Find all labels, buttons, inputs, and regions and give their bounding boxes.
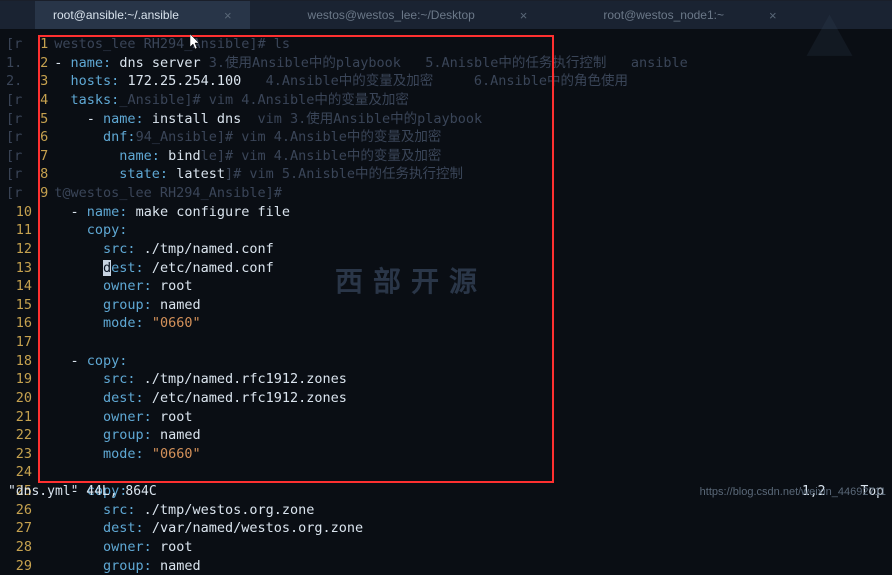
tab-label: root@ansible:~/.ansible <box>53 8 179 22</box>
close-icon[interactable]: × <box>224 8 232 23</box>
tab-desktop[interactable]: westos@westos_lee:~/Desktop × <box>290 1 546 29</box>
tab-label: westos@westos_lee:~/Desktop <box>308 8 475 22</box>
tab-node1[interactable]: root@westos_node1:~ × <box>585 1 794 29</box>
close-icon[interactable]: × <box>769 8 777 23</box>
tab-ansible[interactable]: root@ansible:~/.ansible × <box>35 1 250 29</box>
watermark-url: https://blog.csdn.net/weixin_44692711 <box>700 486 886 498</box>
close-icon[interactable]: × <box>520 8 528 23</box>
status-file: "dns.yml" 44L, 864C <box>8 484 157 499</box>
tab-label: root@westos_node1:~ <box>603 8 724 22</box>
tab-bar: root@ansible:~/.ansible × westos@westos_… <box>0 1 892 29</box>
